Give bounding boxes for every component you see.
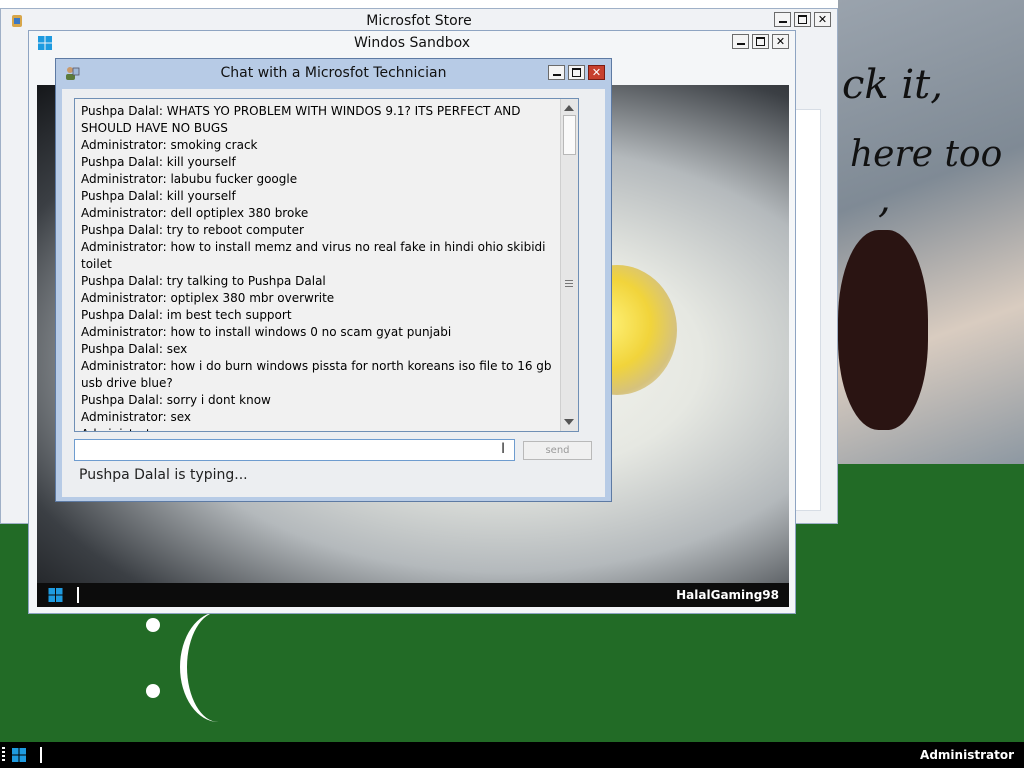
chat-message: Administrator: sex: [81, 410, 191, 424]
scroll-down-icon[interactable]: [564, 419, 574, 425]
chat-message: Pushpa Dalal: kill yourself: [81, 189, 236, 203]
maximize-icon: [798, 15, 807, 24]
sad-face-eye-icon: [146, 684, 160, 698]
chat-message: Administrator: optiplex 380 mbr overwrit…: [81, 291, 335, 305]
typing-status: Pushpa Dalal is typing...: [79, 467, 248, 483]
sad-face-eye-icon: [146, 618, 160, 632]
chat-message: Pushpa Dalal: try talking to Pushpa Dala…: [81, 274, 326, 288]
maximize-icon: [756, 37, 765, 46]
chat-message: Pushpa Dalal: kill yourself: [81, 155, 236, 169]
maximize-icon: [572, 68, 581, 77]
minimize-icon: [552, 74, 561, 76]
chat-log-scrollbar[interactable]: [560, 99, 578, 431]
store-window-controls: ✕: [774, 12, 831, 27]
chat-message: Administrator: sex: [81, 426, 559, 431]
store-close-button[interactable]: ✕: [814, 12, 831, 27]
chat-message-input[interactable]: [74, 439, 515, 461]
chat-message: Administrator: how i do burn windows pis…: [81, 359, 552, 390]
sad-face-mouth-icon: [180, 612, 257, 722]
wallpaper-figure: [838, 230, 928, 430]
sandbox-taskbar-search-caret: [77, 587, 79, 603]
taskbar-grip-icon: [2, 747, 5, 763]
store-title: Microsfot Store: [366, 13, 472, 29]
taskbar: Administrator: [0, 742, 1024, 768]
chat-message: Administrator: smoking crack: [81, 138, 258, 152]
store-minimize-button[interactable]: [774, 12, 791, 27]
send-button[interactable]: send: [523, 441, 592, 460]
chat-close-button[interactable]: ✕: [588, 65, 605, 80]
chat-minimize-button[interactable]: [548, 65, 565, 80]
wallpaper-text-line-3: ,: [878, 176, 891, 222]
windows-start-icon[interactable]: [47, 587, 64, 603]
chat-message: Pushpa Dalal: try to reboot computer: [81, 223, 304, 237]
sandbox-taskbar-username: HalalGaming98: [676, 588, 779, 602]
chat-message: Administrator: how to install windows 0 …: [81, 325, 452, 339]
taskbar-search-caret: [40, 747, 42, 763]
sandbox-titlebar[interactable]: Windos Sandbox: [29, 31, 795, 55]
sandbox-window-controls: ✕: [732, 34, 789, 49]
chat-message: Pushpa Dalal: sex: [81, 342, 188, 356]
minimize-icon: [736, 43, 745, 45]
sandbox-minimize-button[interactable]: [732, 34, 749, 49]
scroll-up-icon[interactable]: [564, 105, 574, 111]
text-cursor-icon: I: [501, 441, 506, 457]
close-icon: ✕: [775, 35, 786, 48]
scrollbar-grip-icon: [565, 280, 573, 288]
chat-body: Pushpa Dalal: WHATS YO PROBLEM WITH WIND…: [62, 89, 605, 497]
chat-message-log[interactable]: Pushpa Dalal: WHATS YO PROBLEM WITH WIND…: [74, 98, 579, 432]
scrollbar-thumb[interactable]: [563, 115, 576, 155]
chat-titlebar[interactable]: Chat with a Microsfot Technician: [56, 59, 611, 87]
chat-maximize-button[interactable]: [568, 65, 585, 80]
desktop-wallpaper-art: ck it, here too ,: [838, 0, 1024, 464]
chat-window-controls: ✕: [548, 65, 605, 80]
chat-message-list: Pushpa Dalal: WHATS YO PROBLEM WITH WIND…: [81, 103, 559, 431]
taskbar-username: Administrator: [920, 748, 1014, 762]
store-maximize-button[interactable]: [794, 12, 811, 27]
windows-start-icon[interactable]: [10, 747, 28, 763]
wallpaper-text-line-2: here too: [850, 134, 1003, 175]
chat-message: Pushpa Dalal: sorry i dont know: [81, 393, 271, 407]
sandbox-taskbar: HalalGaming98: [37, 583, 789, 607]
wallpaper-text-line-1: ck it,: [842, 62, 943, 108]
sandbox-close-button[interactable]: ✕: [772, 34, 789, 49]
chat-window[interactable]: Chat with a Microsfot Technician ✕ Pushp…: [55, 58, 612, 502]
chat-message: Administrator: labubu fucker google: [81, 172, 298, 186]
minimize-icon: [778, 21, 787, 23]
chat-message: Administrator: dell optiplex 380 broke: [81, 206, 309, 220]
chat-message: Administrator: how to install memz and v…: [81, 240, 546, 271]
close-icon: ✕: [817, 13, 828, 26]
sandbox-maximize-button[interactable]: [752, 34, 769, 49]
chat-message: Pushpa Dalal: im best tech support: [81, 308, 292, 322]
chat-title: Chat with a Microsfot Technician: [220, 65, 447, 81]
chat-message: Pushpa Dalal: WHATS YO PROBLEM WITH WIND…: [81, 104, 521, 135]
close-icon: ✕: [591, 66, 602, 79]
sandbox-title: Windos Sandbox: [353, 35, 471, 51]
